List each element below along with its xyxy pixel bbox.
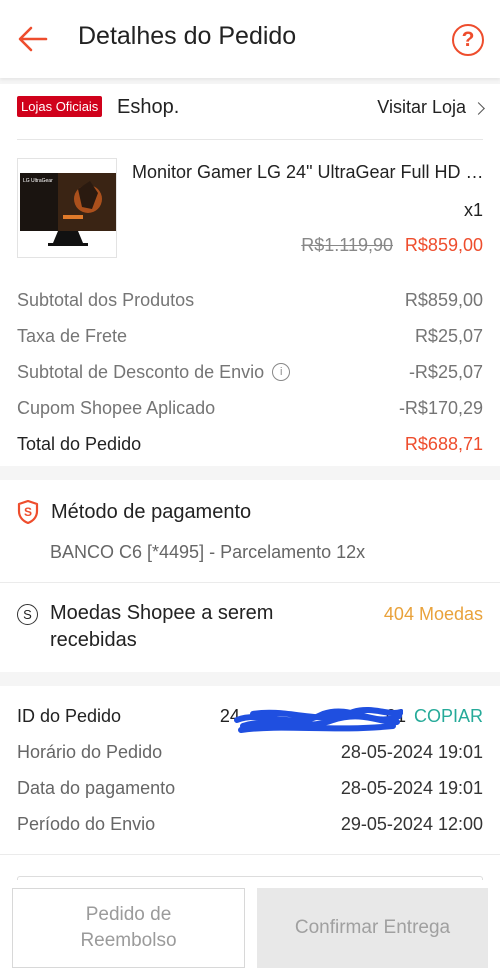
- summary-row: Subtotal dos Produtos R$859,00: [17, 282, 483, 318]
- top-bar: Detalhes do Pedido ?: [0, 0, 500, 78]
- redaction-scribble: [234, 706, 403, 733]
- order-info-row: Período do Envio 29-05-2024 12:00: [17, 806, 483, 842]
- order-info-label: Horário do Pedido: [17, 741, 163, 762]
- order-info-value: 28-05-2024 19:01: [340, 777, 483, 798]
- product-old-price: R$1.119,90: [301, 235, 393, 255]
- order-info-row: Data do pagamento 28-05-2024 19:01: [17, 770, 483, 806]
- coins-header: S Moedas Shopee a serem recebidas: [17, 600, 310, 654]
- order-info-row: Horário do Pedido 28-05-2024 19:01: [17, 734, 483, 770]
- svg-text:S: S: [24, 505, 32, 519]
- coins-label: Moedas Shopee a serem recebidas: [50, 602, 274, 651]
- store-name: Eshop.: [117, 96, 180, 118]
- summary-row: Subtotal de Desconto de Envio i -R$25,07: [17, 354, 483, 390]
- divider: [0, 854, 500, 855]
- product-name[interactable]: Monitor Gamer LG 24" UltraGear Full HD I…: [132, 162, 484, 183]
- summary-label: Cupom Shopee Aplicado: [17, 397, 216, 418]
- order-total-row: Total do Pedido R$688,71: [17, 426, 483, 462]
- summary-value: R$25,07: [414, 325, 483, 346]
- order-id-label: ID do Pedido: [17, 705, 122, 726]
- coin-icon: S: [17, 604, 38, 625]
- bottom-action-bar: Pedido de Reembolso Confirmar Entrega: [0, 876, 500, 979]
- collapsed-panel-edge: [17, 876, 483, 880]
- order-info-value: 29-05-2024 12:00: [340, 813, 483, 834]
- shield-dollar-icon: S: [17, 500, 39, 524]
- product-image[interactable]: LG UltraGear: [17, 158, 117, 258]
- summary-label: Taxa de Frete: [17, 325, 128, 346]
- question-circle-icon[interactable]: ?: [452, 24, 484, 56]
- refund-label-line2: Reembolso: [80, 930, 177, 951]
- refund-request-button[interactable]: Pedido de Reembolso: [12, 888, 245, 968]
- arrow-left-icon[interactable]: [16, 22, 50, 56]
- order-info-value: 28-05-2024 19:01: [340, 741, 483, 762]
- order-info-label: Período do Envio: [17, 813, 156, 834]
- summary-label: Subtotal de Desconto de Envio: [17, 361, 265, 382]
- summary-value: -R$170,29: [398, 397, 483, 418]
- payment-method-title: Método de pagamento: [51, 500, 252, 523]
- order-total-label: Total do Pedido: [17, 433, 142, 454]
- monitor-image: LG UltraGear: [18, 159, 116, 257]
- refund-label-line1: Pedido de: [85, 904, 172, 925]
- payment-section: S Método de pagamento BANCO C6 [*4495] -…: [0, 480, 500, 672]
- visit-store-link[interactable]: Visitar Loja: [377, 97, 485, 118]
- page-title: Detalhes do Pedido: [78, 22, 297, 50]
- order-total-value: R$688,71: [404, 433, 483, 454]
- summary-label: Subtotal dos Produtos: [17, 289, 195, 310]
- product-price: R$859,00: [404, 235, 483, 255]
- summary-value: -R$25,07: [408, 361, 483, 382]
- summary-row: Cupom Shopee Aplicado -R$170,29: [17, 390, 483, 426]
- confirm-delivery-button[interactable]: Confirmar Entrega: [257, 888, 488, 968]
- payment-method-detail: BANCO C6 [*4495] - Parcelamento 12x: [50, 542, 366, 562]
- order-id-value: 24 01 COPIAR: [220, 706, 483, 733]
- order-id-row: ID do Pedido 24 01 COPIAR: [17, 698, 483, 734]
- summary-value: R$859,00: [404, 289, 483, 310]
- chevron-right-icon: [472, 101, 485, 115]
- copy-button[interactable]: COPIAR: [414, 706, 483, 727]
- info-icon[interactable]: i: [272, 363, 291, 381]
- monitor-brand-text: LG UltraGear: [23, 178, 53, 184]
- order-info-section: ID do Pedido 24 01 COPIAR Horário do Ped…: [0, 686, 500, 876]
- payment-method-header: S Método de pagamento: [17, 500, 251, 524]
- order-info-label: Data do pagamento: [17, 777, 176, 798]
- summary-row: Taxa de Frete R$25,07: [17, 318, 483, 354]
- official-store-badge: Lojas Oficiais: [17, 96, 103, 117]
- product-quantity: x1: [463, 200, 483, 220]
- price-summary: Subtotal dos Produtos R$859,00 Taxa de F…: [17, 282, 483, 462]
- store-row[interactable]: Lojas Oficiais Eshop. Visitar Loja: [17, 84, 485, 140]
- coins-value: 404 Moedas: [383, 604, 483, 624]
- visit-store-label: Visitar Loja: [377, 97, 466, 117]
- divider: [0, 582, 500, 583]
- order-items-section: Lojas Oficiais Eshop. Visitar Loja LG Ul…: [0, 84, 500, 466]
